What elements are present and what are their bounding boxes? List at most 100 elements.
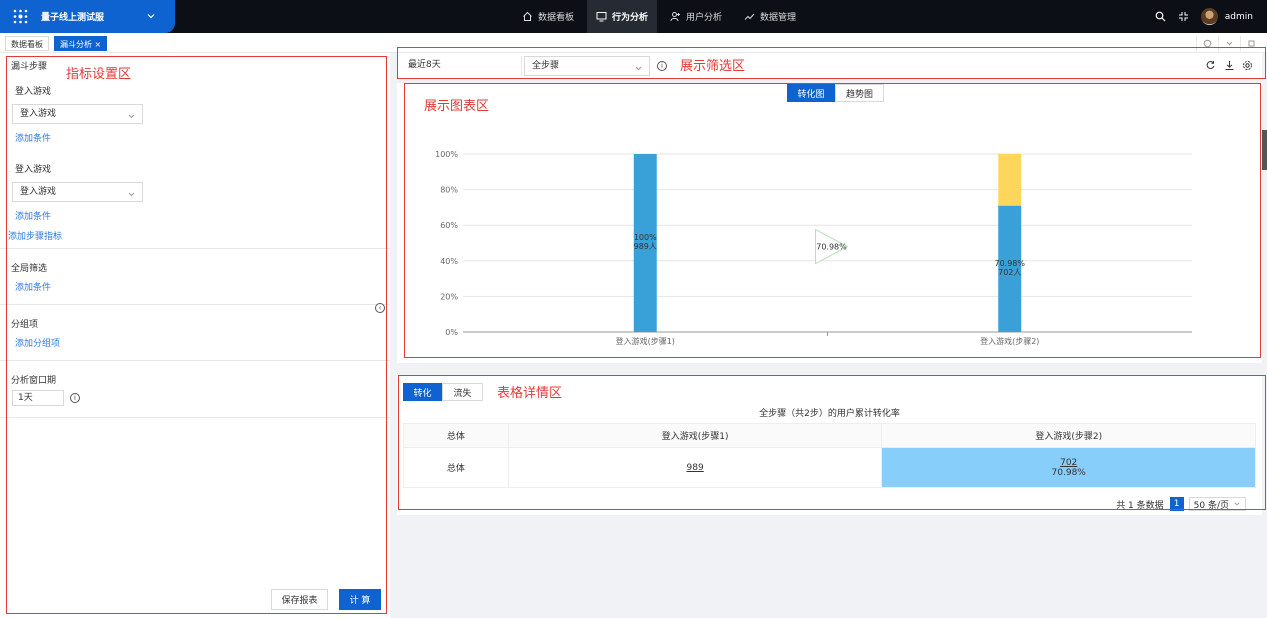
display-filter-bar: 最近8天 全步骤 i	[397, 53, 1262, 78]
chevron-down-icon[interactable]	[146, 11, 156, 24]
avatar[interactable]	[1200, 8, 1218, 25]
quantum-logo-icon	[12, 8, 29, 25]
column-header: 登入游戏(步骤2)	[881, 423, 1256, 448]
table-row: 总体 989 702 70.98%	[403, 447, 1256, 488]
y-tick-label: 80%	[440, 186, 458, 195]
tab-conversion[interactable]: 转化	[403, 383, 442, 401]
info-icon[interactable]: i	[70, 393, 80, 403]
select-value: 50 条/页	[1193, 500, 1229, 511]
chart-panel: 转化图 趋势图 0% 20% 40% 60% 80% 100% 登入游戏(步骤1) 100% 9…	[397, 83, 1262, 363]
chevron-down-icon	[127, 188, 136, 206]
nav-label: 行为分析	[612, 13, 649, 23]
step-1-add-condition[interactable]: 添加条件	[15, 131, 51, 144]
analysis-window-title: 分析窗口期	[11, 376, 57, 386]
column-header: 总体	[403, 423, 509, 448]
conversion-table: 总体 登入游戏(步骤1) 登入游戏(步骤2) 总体 989 702 70.98%	[403, 423, 1256, 488]
bar-percent-label: 100%	[634, 233, 657, 242]
info-icon[interactable]: i	[657, 61, 667, 71]
y-tick-label: 40%	[440, 257, 458, 266]
bar-percent-label: 70.98%	[994, 259, 1025, 268]
chevron-down-icon[interactable]	[1218, 36, 1240, 51]
bar-count-label: 702人	[998, 268, 1021, 277]
home-icon	[523, 11, 532, 21]
global-filter-title: 全局筛选	[11, 264, 48, 274]
step-scope-select[interactable]: 全步骤	[524, 56, 650, 76]
group-title: 分组项	[11, 320, 39, 330]
annotation-filter-area: 展示筛选区	[680, 59, 746, 74]
step-2-rate: 70.98%	[1051, 467, 1086, 478]
tab-dashboard[interactable]: 数据看板	[5, 36, 49, 51]
table-header-row: 总体 登入游戏(步骤1) 登入游戏(步骤2)	[403, 423, 1256, 448]
select-value: 全步骤	[532, 61, 560, 71]
nav-label: 数据看板	[538, 13, 575, 23]
x-tick-label: 登入游戏(步骤1)	[616, 336, 675, 346]
page-1-button[interactable]: 1	[1169, 497, 1184, 511]
save-report-button[interactable]: 保存报表	[271, 589, 328, 610]
refresh-icon[interactable]	[1196, 36, 1218, 51]
x-tick-label: 登入游戏(步骤2)	[980, 336, 1039, 346]
step-1-count-link[interactable]: 989	[687, 463, 704, 473]
row-label: 总体	[403, 447, 509, 488]
tab-funnel-analysis[interactable]: 漏斗分析 ×	[54, 36, 108, 51]
chevron-down-icon	[1234, 502, 1240, 506]
add-group-link[interactable]: 添加分组项	[15, 336, 60, 349]
nav-dashboard[interactable]: 数据看板	[513, 0, 583, 33]
analysis-window-input[interactable]: 1天	[12, 390, 64, 406]
funnel-steps-title: 漏斗步骤	[11, 62, 48, 72]
tabbar-tools	[1196, 36, 1262, 51]
download-icon[interactable]	[1224, 60, 1235, 74]
nav-user-analysis[interactable]: 用户分析	[661, 0, 731, 33]
divider	[0, 360, 390, 361]
brand-switcher[interactable]: 量子线上测试服	[0, 0, 175, 33]
step-1-count-cell: 989	[507, 447, 883, 488]
nav-label: 数据管理	[760, 13, 797, 23]
add-step-metric-link[interactable]: 添加步骤指标	[8, 229, 62, 242]
bar-segment-lost	[998, 154, 1022, 206]
annotation-metric-area: 指标设置区	[66, 67, 132, 82]
step-1-name: 登入游戏	[15, 87, 52, 97]
chevron-down-icon	[127, 110, 136, 128]
column-header: 登入游戏(步骤1)	[507, 423, 883, 448]
expand-icon[interactable]	[1240, 36, 1262, 51]
select-value: 登入游戏	[20, 187, 57, 197]
step-2-add-condition[interactable]: 添加条件	[15, 209, 51, 222]
step-2-event-select[interactable]: 登入游戏	[12, 182, 143, 202]
side-drawer-handle[interactable]	[1262, 130, 1267, 170]
main-nav: 数据看板 行为分析 用户分析 数据管理	[513, 0, 809, 33]
funnel-bar-chart: 0%20%40%60%80%100%登入游戏(步骤1)100%989人登入游戏(…	[435, 150, 1192, 346]
trend-icon	[744, 13, 755, 20]
page-size-select[interactable]: 50 条/页	[1188, 497, 1246, 511]
step-2-cell: 702 70.98%	[881, 447, 1256, 488]
search-icon[interactable]	[1155, 11, 1166, 22]
tab-churn[interactable]: 流失	[442, 383, 483, 401]
nav-behavior-analysis[interactable]: 行为分析	[587, 0, 658, 33]
y-tick-label: 100%	[435, 150, 458, 159]
annotation-chart-area: 展示图表区	[424, 99, 490, 114]
tab-bar: 数据看板 漏斗分析 ×	[0, 33, 1267, 53]
app-title: 量子线上测试服	[41, 13, 105, 23]
compute-button[interactable]: 计 算	[339, 589, 381, 610]
conversion-rate-label: 70.98%	[816, 243, 847, 252]
step-1-event-select[interactable]: 登入游戏	[12, 104, 143, 124]
divider	[0, 248, 390, 249]
username[interactable]: admin	[1225, 12, 1253, 22]
step-2-name: 登入游戏	[15, 165, 52, 175]
settings-gear-icon[interactable]	[1242, 60, 1253, 74]
pagination: 共 1 条数据 1 50 条/页	[1116, 497, 1246, 511]
top-bar: 量子线上测试服 数据看板 行为分析 用户分析 数据管理 admin	[0, 0, 1267, 33]
monitor-icon	[596, 12, 607, 22]
global-add-condition[interactable]: 添加条件	[15, 280, 51, 293]
pagination-total: 共 1 条数据	[1116, 500, 1164, 511]
fullscreen-icon[interactable]	[1178, 11, 1189, 22]
select-value: 登入游戏	[20, 109, 57, 119]
annotation-table-area: 表格详情区	[497, 386, 563, 401]
y-tick-label: 60%	[440, 221, 458, 230]
step-2-count-link[interactable]: 702	[882, 458, 1255, 468]
collapse-panel-icon[interactable]: ‹	[375, 303, 385, 313]
nav-label: 用户分析	[686, 13, 723, 23]
y-tick-label: 20%	[440, 292, 458, 301]
table-caption: 全步骤（共2步）的用户累计转化率	[759, 409, 900, 419]
nav-data-management[interactable]: 数据管理	[735, 0, 805, 33]
refresh-icon[interactable]	[1205, 60, 1216, 74]
date-range-select[interactable]: 最近8天	[401, 56, 522, 76]
